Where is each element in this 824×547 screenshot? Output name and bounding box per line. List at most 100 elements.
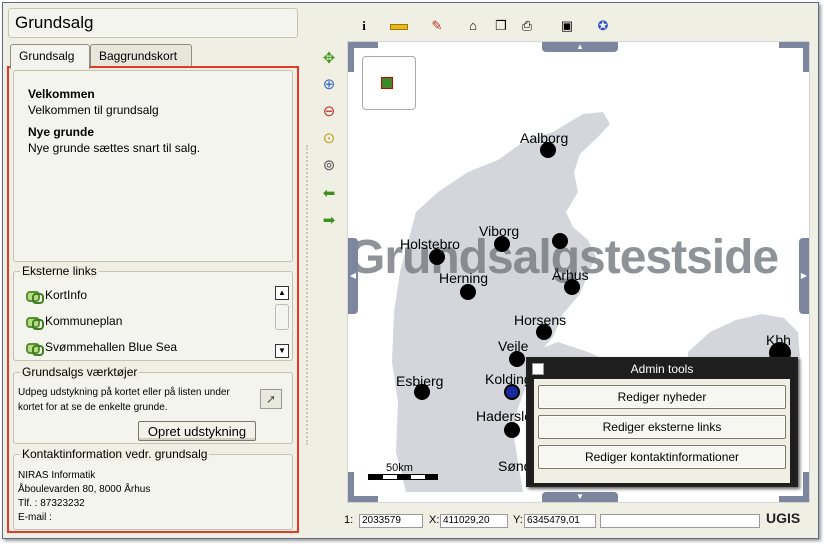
corner-pan-nw[interactable] xyxy=(348,42,378,72)
scroll-down-button[interactable]: ▼ xyxy=(275,344,289,358)
house-icon: ⌂ xyxy=(469,18,477,33)
city-label: Kolding xyxy=(485,371,532,387)
tab-grundsalg[interactable]: Grundsalg xyxy=(10,44,90,69)
tab-baggrundskort[interactable]: Baggrundskort xyxy=(90,44,192,68)
city-marker[interactable] xyxy=(504,422,520,438)
ruler-icon xyxy=(390,24,408,30)
link-icon xyxy=(26,342,44,356)
city-label: Aalborg xyxy=(520,130,569,146)
help-tool-button[interactable]: ✪ xyxy=(592,16,614,36)
link-kortinfo[interactable]: KortInfo xyxy=(26,288,87,304)
draw-tool-button[interactable]: ✎ xyxy=(426,16,448,36)
admin-tools-dialog: Admin tools Rediger nyheder Rediger ekst… xyxy=(526,357,798,487)
pan-north-button[interactable]: ▲ xyxy=(542,42,618,52)
link-label: Svømmehallen Blue Sea xyxy=(45,340,178,354)
scale-bar xyxy=(368,474,438,480)
arrow-left-icon: ⬅ xyxy=(322,185,336,202)
back-button[interactable]: ⬅ xyxy=(318,183,340,205)
zoom-extent-icon: ⊙ xyxy=(322,130,336,147)
export-tool-button[interactable]: ▣ xyxy=(556,16,578,36)
zoom-previous-button[interactable]: ⊚ xyxy=(318,155,340,177)
minimize-icon[interactable] xyxy=(532,363,544,375)
contact-phone: Tlf. : 87323232 xyxy=(18,498,85,509)
link-svoemmehallen[interactable]: Svømmehallen Blue Sea xyxy=(26,340,178,356)
info-icon: i xyxy=(362,18,366,33)
measure-tool-button[interactable] xyxy=(388,16,410,36)
link-icon xyxy=(26,290,44,304)
panel-divider[interactable] xyxy=(306,145,308,445)
pan-east-button[interactable]: ▶ xyxy=(799,238,809,314)
city-marker[interactable] xyxy=(552,233,568,249)
ugis-logo: UGIS xyxy=(766,510,801,526)
scale-label: 1: xyxy=(344,514,354,526)
scroll-up-button[interactable]: ▲ xyxy=(275,286,289,300)
help-icon: ✪ xyxy=(597,18,609,33)
zoom-previous-icon: ⊚ xyxy=(322,157,336,174)
admin-tools-body: Rediger nyheder Rediger eksterne links R… xyxy=(534,379,790,483)
zoom-in-button[interactable]: ⊕ xyxy=(318,74,340,96)
left-panel: Velkommen Velkommen til grundsalg Nye gr… xyxy=(7,66,299,533)
city-label: Århus xyxy=(552,267,589,283)
city-label: Viborg xyxy=(479,223,520,239)
copy-tool-button[interactable]: ❐ xyxy=(490,16,512,36)
copy-icon: ❐ xyxy=(495,18,507,33)
corner-pan-ne[interactable] xyxy=(779,42,809,72)
y-coordinate-field: 6345479,01 xyxy=(524,514,596,528)
arrow-right-icon: ➡ xyxy=(322,212,336,229)
edit-news-button[interactable]: Rediger nyheder xyxy=(538,385,786,409)
printer-icon: ⎙ xyxy=(521,18,533,33)
news-box: Velkommen Velkommen til grundsalg Nye gr… xyxy=(13,70,293,262)
print-tool-button[interactable]: ⎙ xyxy=(516,16,538,36)
city-label: Kbh xyxy=(766,332,791,348)
y-label: Y: xyxy=(513,514,523,526)
briefcase-icon: ▣ xyxy=(560,18,574,33)
scale-field[interactable]: 2033579 xyxy=(359,514,423,528)
page-title: Grundsalg xyxy=(8,8,298,38)
contact-company: NIRAS Informatik xyxy=(18,470,96,481)
info-tool-button[interactable]: i xyxy=(353,16,375,36)
create-subdivision-button[interactable]: Opret udstykning xyxy=(138,421,256,441)
scale-bar-label: 50km xyxy=(386,462,413,474)
external-links-box: Eksterne links KortInfo Kommuneplan Svøm… xyxy=(13,264,293,361)
overview-marker xyxy=(381,77,393,89)
pan-west-button[interactable]: ◀ xyxy=(348,238,358,314)
scrollbar-thumb[interactable] xyxy=(275,304,289,330)
edit-contact-info-button[interactable]: Rediger kontaktinformationer xyxy=(538,445,786,469)
welcome-heading: Velkommen xyxy=(28,87,95,101)
link-kommuneplan[interactable]: Kommuneplan xyxy=(26,314,122,330)
x-coordinate-field: 411029,20 xyxy=(440,514,508,528)
city-label: Vejle xyxy=(498,338,529,354)
city-marker[interactable] xyxy=(460,284,476,300)
tools-description: Udpeg udstykning på kortet eller på list… xyxy=(18,387,230,413)
city-label: Esbjerg xyxy=(396,373,444,389)
pencil-icon: ✎ xyxy=(431,18,443,33)
contact-box: Kontaktinformation vedr. grundsalg NIRAS… xyxy=(13,447,293,530)
contact-email: E-mail : xyxy=(18,512,52,523)
corner-pan-sw[interactable] xyxy=(348,472,378,502)
news-heading: Nye grunde xyxy=(28,125,95,139)
tools-box: Grundsalgs værktøjer Udpeg udstykning på… xyxy=(13,365,293,444)
pan-south-button[interactable]: ▼ xyxy=(542,492,618,502)
news-text: Nye grunde sættes snart til salg. xyxy=(28,141,201,155)
zoom-out-icon: ⊖ xyxy=(322,103,336,120)
city-label: Herning xyxy=(439,270,489,286)
forward-button[interactable]: ➡ xyxy=(318,210,340,232)
zoom-out-button[interactable]: ⊖ xyxy=(318,101,340,123)
select-tool-button[interactable]: ➚ xyxy=(260,389,282,409)
city-label: Sønderborg xyxy=(498,458,526,474)
contact-lines: NIRAS Informatik Åboulevarden 80, 8000 Å… xyxy=(18,469,150,525)
property-tool-button[interactable]: ⌂ xyxy=(462,16,484,36)
edit-external-links-button[interactable]: Rediger eksterne links xyxy=(538,415,786,439)
status-field xyxy=(600,514,760,528)
city-label: Holstebro xyxy=(400,236,460,252)
pan-arrows-icon: ✥ xyxy=(322,50,336,67)
x-label: X: xyxy=(429,514,440,526)
tools-legend: Grundsalgs værktøjer xyxy=(20,365,140,379)
admin-tools-title: Admin tools xyxy=(630,362,694,376)
admin-tools-header[interactable]: Admin tools xyxy=(528,359,796,379)
zoom-extent-button[interactable]: ⊙ xyxy=(318,128,340,150)
contact-legend: Kontaktinformation vedr. grundsalg xyxy=(20,447,210,461)
link-icon xyxy=(26,316,44,330)
pan-button[interactable]: ✥ xyxy=(318,48,340,70)
zoom-in-icon: ⊕ xyxy=(322,76,336,93)
